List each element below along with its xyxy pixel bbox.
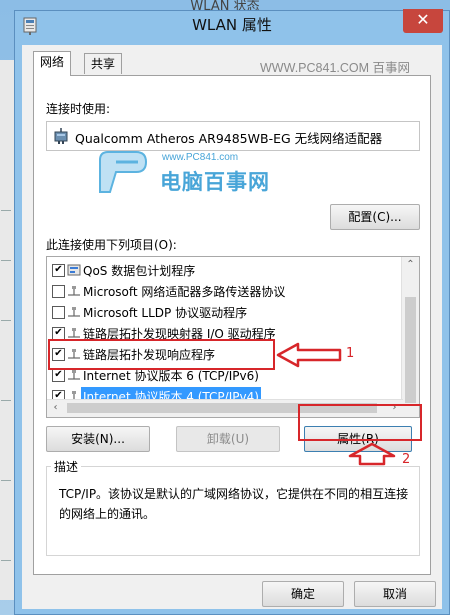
scroll-left-icon[interactable]: ‹ [47,402,64,413]
item-label: Microsoft LLDP 协议驱动程序 [83,306,248,320]
watermark-logo-text: 电脑百事网 [160,170,270,194]
description-legend: 描述 [51,458,82,475]
description-text: TCP/IP。该协议是默认的广域网络协议，它提供在不同的相互连接的网络上的通讯。 [59,487,409,521]
protocol-icon [68,307,80,317]
dialog-client-area: 网络 共享 WWW.PC841.COM 百事网 连接时使用: Qualcomm … [22,45,442,609]
adapter-field: Qualcomm Atheros AR9485WB-EG 无线网络适配器 [46,121,420,151]
wireless-adapter-icon [54,128,68,144]
watermark-logo-icon [99,151,148,193]
network-tab-panel: 连接时使用: Qualcomm Atheros AR9485WB-EG 无线网络… [33,75,431,575]
components-list-items: ✔ QoS 数据包计划程序 Microsoft 网络适配器多路传送器协议 Micros… [47,260,402,407]
vertical-scroll-thumb[interactable] [405,297,416,403]
watermark-logo-url: www.PC841.com [162,152,239,163]
tab-network[interactable]: 网络 [33,51,72,76]
item-checkbox[interactable] [52,285,65,298]
background-window-edge [0,60,15,600]
item-checkbox[interactable]: ✔ [52,264,65,277]
install-button[interactable]: 安装(N)... [46,426,150,452]
item-label: QoS 数据包计划程序 [83,264,196,278]
watermark-url: WWW.PC841.COM 百事网 [260,61,411,75]
annotation-highlight-ipv4 [48,339,275,370]
item-checkbox[interactable] [52,306,65,319]
item-checkbox[interactable]: ✔ [52,369,65,382]
list-item[interactable]: Microsoft 网络适配器多路传送器协议 [47,281,402,302]
annotation-step-2: 2 [402,452,411,467]
connect-using-label: 连接时使用: [46,102,111,116]
close-button[interactable]: ✕ [403,9,443,33]
annotation-arrow-up-icon [348,442,396,466]
annotation-step-1: 1 [346,346,355,361]
close-icon: ✕ [416,10,430,29]
scroll-up-icon[interactable]: ⌃ [402,259,419,270]
components-list: ✔ QoS 数据包计划程序 Microsoft 网络适配器多路传送器协议 Micros… [46,256,420,418]
items-label: 此连接使用下列项目(O): [46,238,177,252]
cancel-button[interactable]: 取消 [354,581,436,607]
protocol-icon [68,370,80,380]
tab-sharing[interactable]: 共享 [84,53,123,74]
configure-button[interactable]: 配置(C)... [330,204,420,230]
protocol-icon [68,328,80,338]
watermark-logo: www.PC841.com 电脑百事网 [96,148,286,198]
uninstall-button[interactable]: 卸载(U) [176,426,280,452]
ok-button[interactable]: 确定 [262,581,344,607]
list-item[interactable]: ✔ QoS 数据包计划程序 [47,260,402,281]
window-title: WLAN 属性 [192,16,272,34]
adapter-name: Qualcomm Atheros AR9485WB-EG 无线网络适配器 [75,131,383,146]
wlan-properties-dialog: WLAN 属性 ✕ 网络 共享 WWW.PC841.COM 百事网 连接时使用:… [14,9,450,615]
annotation-highlight-properties [298,404,422,441]
description-group: 描述 TCP/IP。该协议是默认的广域网络协议，它提供在不同的相互连接的网络上的… [46,458,420,556]
vertical-scrollbar[interactable]: ⌃ [401,257,419,417]
title-bar[interactable]: WLAN 属性 ✕ [15,9,449,45]
protocol-icon [68,286,80,296]
qos-icon [67,264,81,276]
list-item[interactable]: Microsoft LLDP 协议驱动程序 [47,302,402,323]
item-label: Microsoft 网络适配器多路传送器协议 [83,285,286,299]
annotation-arrow-left-icon [276,342,342,368]
